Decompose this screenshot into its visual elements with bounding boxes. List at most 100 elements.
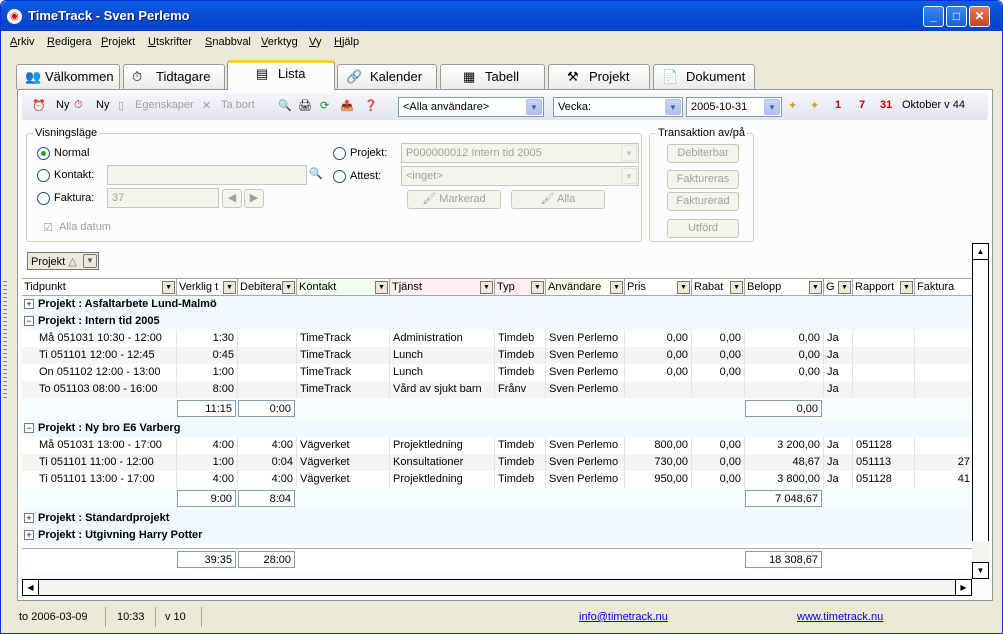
- filter-dropdown-icon[interactable]: ▼: [162, 281, 175, 294]
- group-row[interactable]: + Projekt : Standardprojekt: [22, 510, 974, 527]
- column-header[interactable]: Användare ▼: [546, 278, 625, 296]
- email-link[interactable]: info@timetrack.nu: [579, 611, 668, 623]
- properties-button[interactable]: Egenskaper: [135, 99, 194, 111]
- column-header[interactable]: Debitera ▼: [238, 278, 297, 296]
- menu-utskrifter[interactable]: Utskrifter: [148, 36, 192, 48]
- faktureras-button[interactable]: Faktureras: [667, 170, 739, 189]
- filter-dropdown-icon[interactable]: ▼: [677, 281, 690, 294]
- search-icon[interactable]: 🔍: [278, 99, 292, 112]
- table-row[interactable]: Ti 051101 11:00 - 12:00 1:00 0:04 Vägverket…: [22, 454, 974, 471]
- new-clock-icon[interactable]: ⏰: [32, 99, 46, 112]
- refresh-icon[interactable]: ⟳: [320, 99, 329, 112]
- period-select[interactable]: Vecka: ▼: [553, 97, 683, 117]
- column-header[interactable]: Tjänst ▼: [390, 278, 495, 296]
- prev-period-icon[interactable]: ✦: [788, 99, 797, 112]
- filter-dropdown-icon[interactable]: ▼: [223, 281, 236, 294]
- column-header[interactable]: Kontakt ▼: [297, 278, 390, 296]
- fakturerad-button[interactable]: Fakturerad: [667, 192, 739, 211]
- filter-dropdown-icon[interactable]: ▼: [480, 281, 493, 294]
- web-link[interactable]: www.timetrack.nu: [797, 611, 883, 623]
- kontakt-input[interactable]: [107, 165, 307, 185]
- normal-radio[interactable]: [37, 147, 50, 160]
- table-row[interactable]: On 051102 12:00 - 13:00 1:00 TimeTrack Lunc…: [22, 364, 974, 381]
- projekt-radio[interactable]: [333, 147, 346, 160]
- column-header[interactable]: Rapport ▼: [853, 278, 915, 296]
- month-view-button[interactable]: 31: [880, 99, 892, 111]
- day-view-button[interactable]: 1: [835, 99, 841, 111]
- debiterbar-button[interactable]: Debiterbar: [667, 144, 739, 163]
- tab-tidtagare[interactable]: ⏱ Tidtagare: [123, 64, 225, 89]
- filter-dropdown-icon[interactable]: ▼: [531, 281, 544, 294]
- expand-icon[interactable]: +: [24, 299, 34, 309]
- vertical-scrollbar[interactable]: ▲ ▼: [972, 243, 989, 579]
- scroll-left-icon[interactable]: ◀: [22, 579, 39, 596]
- filter-dropdown-icon[interactable]: ▼: [809, 281, 822, 294]
- new-button-1[interactable]: Ny: [56, 99, 69, 111]
- group-row[interactable]: − Projekt : Ny bro E6 Varberg: [22, 420, 974, 437]
- next-period-icon[interactable]: ✦: [810, 99, 819, 112]
- collapse-icon[interactable]: −: [24, 316, 34, 326]
- scroll-up-icon[interactable]: ▲: [972, 243, 989, 260]
- menu-vy[interactable]: Vy: [309, 36, 321, 48]
- scroll-thumb[interactable]: [972, 260, 989, 541]
- table-row[interactable]: Må 051031 10:30 - 12:00 1:30 TimeTrack Admi…: [22, 330, 974, 347]
- column-header[interactable]: Tidpunkt ▼: [22, 278, 177, 296]
- expand-icon[interactable]: +: [24, 513, 34, 523]
- menu-projekt[interactable]: Projekt: [101, 36, 135, 48]
- column-header[interactable]: Verklig t ▼: [177, 278, 238, 296]
- minimize-button[interactable]: _: [923, 6, 944, 27]
- menu-verktyg[interactable]: Verktyg: [261, 36, 298, 48]
- tab-kalender[interactable]: 🔗 Kalender: [337, 64, 437, 89]
- attest-select[interactable]: <inget> ▼: [401, 166, 639, 186]
- table-row[interactable]: To 051103 08:00 - 16:00 8:00 TimeTrack Vård…: [22, 381, 974, 398]
- delete-button[interactable]: Ta bort: [221, 99, 255, 111]
- group-row[interactable]: − Projekt : Intern tid 2005: [22, 313, 974, 330]
- expand-icon[interactable]: +: [24, 530, 34, 540]
- date-picker[interactable]: 2005-10-31 ▼: [686, 97, 782, 117]
- print-icon[interactable]: 🖨: [298, 99, 312, 112]
- tab-valkommen[interactable]: 👥 Välkommen: [16, 64, 120, 89]
- table-row[interactable]: Ti 051101 12:00 - 12:45 0:45 TimeTrack Lunc…: [22, 347, 974, 364]
- column-header[interactable]: Rabat ▼: [692, 278, 745, 296]
- table-row[interactable]: Ti 051101 13:00 - 17:00 4:00 4:00 Vägverket…: [22, 471, 974, 488]
- filter-dropdown-icon[interactable]: ▼: [375, 281, 388, 294]
- table-row[interactable]: Må 051031 13:00 - 17:00 4:00 4:00 Vägverket…: [22, 437, 974, 454]
- column-header[interactable]: Belopp ▼: [745, 278, 824, 296]
- filter-dropdown-icon[interactable]: ▼: [730, 281, 743, 294]
- help-icon[interactable]: ❓: [364, 99, 378, 112]
- filter-dropdown-icon[interactable]: ▼: [282, 281, 295, 294]
- maximize-button[interactable]: □: [946, 6, 967, 27]
- week-view-button[interactable]: 7: [859, 99, 865, 111]
- column-header[interactable]: Pris ▼: [625, 278, 692, 296]
- menu-arkiv[interactable]: Arkiv: [10, 36, 34, 48]
- new-timer-icon[interactable]: ⏱: [74, 99, 83, 112]
- filter-dropdown-icon[interactable]: ▼: [838, 281, 851, 294]
- column-header[interactable]: Faktura: [915, 278, 974, 296]
- new-button-2[interactable]: Ny: [96, 99, 109, 111]
- markerad-button[interactable]: 🖌 Markerad: [407, 190, 501, 209]
- tab-tabell[interactable]: ▦ Tabell: [440, 64, 545, 89]
- alla-button[interactable]: 🖌 Alla: [511, 190, 605, 209]
- groupby-chip[interactable]: Projekt △ ▼: [27, 252, 99, 270]
- projekt-select[interactable]: P000000012 Intern tid 2005 ▼: [401, 143, 639, 163]
- tab-dokument[interactable]: 📄 Dokument: [653, 64, 755, 89]
- collapse-icon[interactable]: −: [24, 423, 34, 433]
- filter-dropdown-icon[interactable]: ▼: [900, 281, 913, 294]
- scroll-right-icon[interactable]: ▶: [955, 579, 972, 596]
- search-contact-icon[interactable]: 🔍: [309, 167, 323, 180]
- export-icon[interactable]: 📤: [340, 99, 354, 112]
- filter-dropdown-icon[interactable]: ▼: [610, 281, 623, 294]
- scroll-down-icon[interactable]: ▼: [972, 562, 989, 579]
- title-bar[interactable]: ◉ TimeTrack - Sven Perlemo _ □ ✕: [1, 1, 1002, 31]
- utford-button[interactable]: Utförd: [667, 219, 739, 238]
- tab-projekt[interactable]: ⚒ Projekt: [548, 64, 650, 89]
- tab-lista[interactable]: ▤ Lista: [227, 60, 335, 90]
- column-header[interactable]: G ▼: [824, 278, 853, 296]
- group-row[interactable]: + Projekt : Asfaltarbete Lund-Malmö: [22, 296, 974, 313]
- kontakt-radio[interactable]: [37, 169, 50, 182]
- prev-invoice-button[interactable]: ◀: [222, 189, 242, 208]
- menu-hjalp[interactable]: Hjälp: [334, 36, 359, 48]
- faktura-radio[interactable]: [37, 192, 50, 205]
- group-row[interactable]: + Projekt : Utgivning Harry Potter: [22, 527, 974, 544]
- next-invoice-button[interactable]: ▶: [244, 189, 264, 208]
